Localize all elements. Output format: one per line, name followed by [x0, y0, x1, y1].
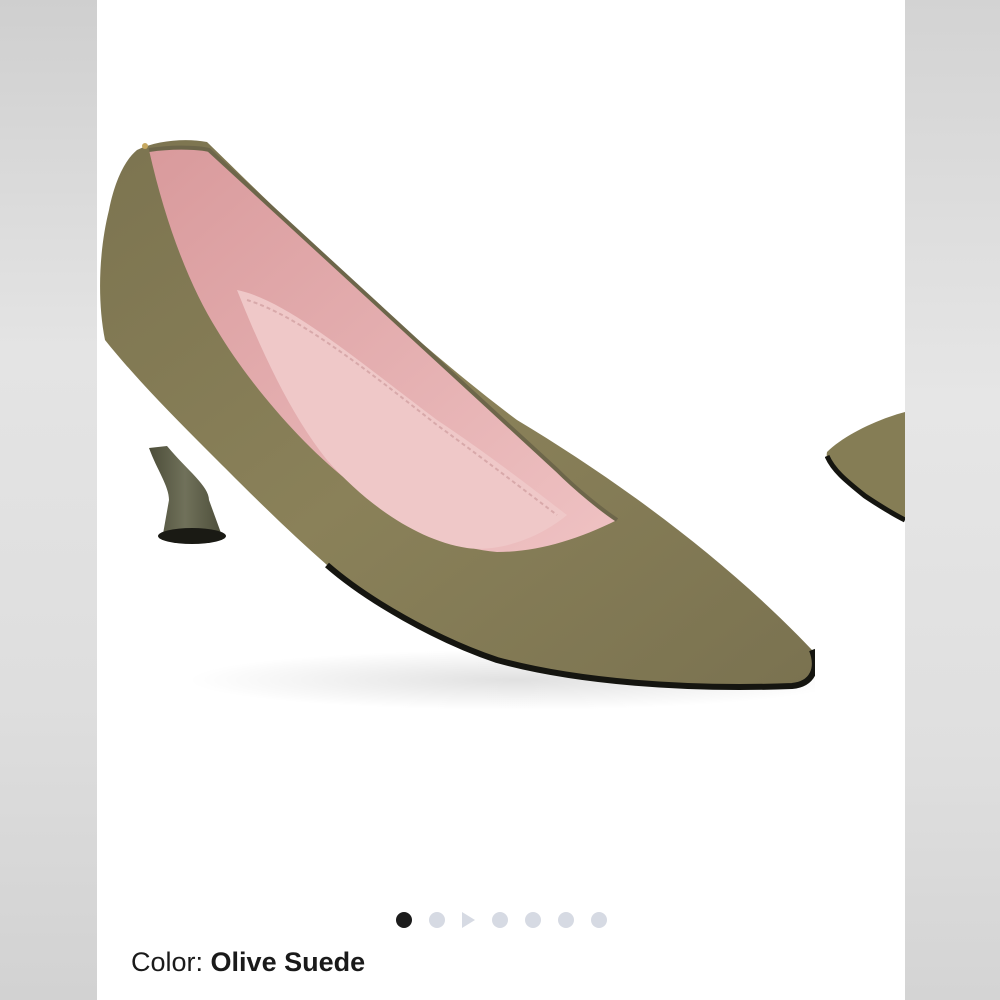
carousel-dot-1[interactable]	[395, 912, 412, 928]
next-shoe-toe-image	[825, 412, 905, 523]
carousel-dot-4[interactable]	[491, 912, 508, 928]
color-value: Olive Suede	[210, 947, 366, 977]
carousel-pagination	[97, 906, 905, 934]
blurred-left-background	[0, 0, 97, 1000]
blurred-right-background	[905, 0, 1000, 1000]
product-image-viewer: Color: Olive Suede	[97, 0, 905, 1000]
slide-separator	[815, 0, 825, 890]
olive-suede-pump-image	[100, 140, 815, 710]
carousel-dot-5[interactable]	[524, 912, 541, 928]
selected-color: Color: Olive Suede	[131, 947, 365, 978]
color-label: Color:	[131, 947, 204, 977]
carousel-video-play-icon[interactable]	[461, 912, 475, 928]
carousel-dot-2[interactable]	[428, 912, 445, 928]
carousel-dot-6[interactable]	[557, 912, 574, 928]
product-image-main[interactable]	[97, 0, 815, 890]
carousel-dot-7[interactable]	[590, 912, 607, 928]
product-image-next-preview[interactable]	[825, 0, 905, 890]
